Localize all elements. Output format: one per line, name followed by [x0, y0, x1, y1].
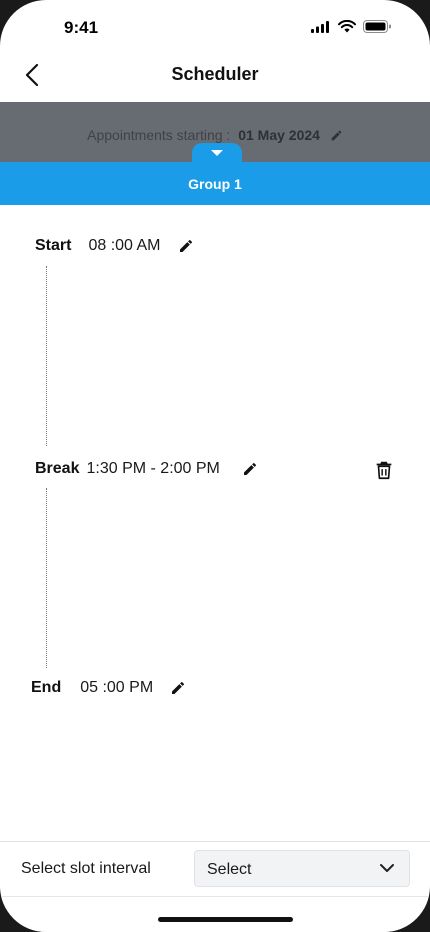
- status-icons: [311, 20, 392, 33]
- slot-interval-select[interactable]: Select: [194, 850, 410, 887]
- appointments-date: 01 May 2024: [238, 127, 320, 143]
- edit-date-pencil-icon[interactable]: [330, 129, 343, 142]
- timeline-connector: [46, 488, 47, 668]
- break-label: Break: [35, 460, 80, 477]
- edit-break-pencil-icon[interactable]: [241, 460, 259, 478]
- group-tab[interactable]: Group 1: [0, 162, 430, 205]
- end-label: End: [31, 679, 62, 696]
- appointments-label: Appointments starting :: [87, 127, 231, 143]
- end-time: 05 :00 PM: [80, 679, 154, 696]
- home-indicator-area: [0, 896, 430, 932]
- slot-interval-label: Select slot interval: [21, 860, 151, 877]
- timeline-connector: [46, 266, 47, 446]
- divider: [0, 841, 430, 842]
- appointments-date-line: Appointments starting : 01 May 2024: [0, 127, 430, 143]
- start-time: 08 :00 AM: [88, 237, 161, 254]
- page-title: Scheduler: [171, 64, 259, 84]
- caret-down-icon: [211, 150, 223, 156]
- cellular-signal-icon: [311, 20, 329, 33]
- break-row: Break 1:30 PM - 2:00 PM: [35, 460, 259, 478]
- delete-break-trash-icon[interactable]: [373, 459, 395, 481]
- battery-icon: [363, 20, 391, 33]
- slot-interval-value: Select: [207, 861, 252, 878]
- start-label: Start: [35, 237, 72, 254]
- phone-screen: 9:41 Scheduler Appointments starting : 0…: [0, 0, 430, 932]
- end-row: End 05 :00 PM: [31, 679, 187, 697]
- edit-end-pencil-icon[interactable]: [169, 679, 187, 697]
- status-time: 9:41: [64, 18, 99, 37]
- edit-start-pencil-icon[interactable]: [177, 237, 195, 255]
- start-row: Start 08 :00 AM: [35, 237, 195, 255]
- wifi-icon: [338, 20, 356, 33]
- home-indicator[interactable]: [158, 917, 293, 922]
- break-time: 1:30 PM - 2:00 PM: [86, 460, 220, 477]
- chevron-down-icon: [380, 864, 394, 872]
- group-tab-label: Group 1: [188, 175, 242, 192]
